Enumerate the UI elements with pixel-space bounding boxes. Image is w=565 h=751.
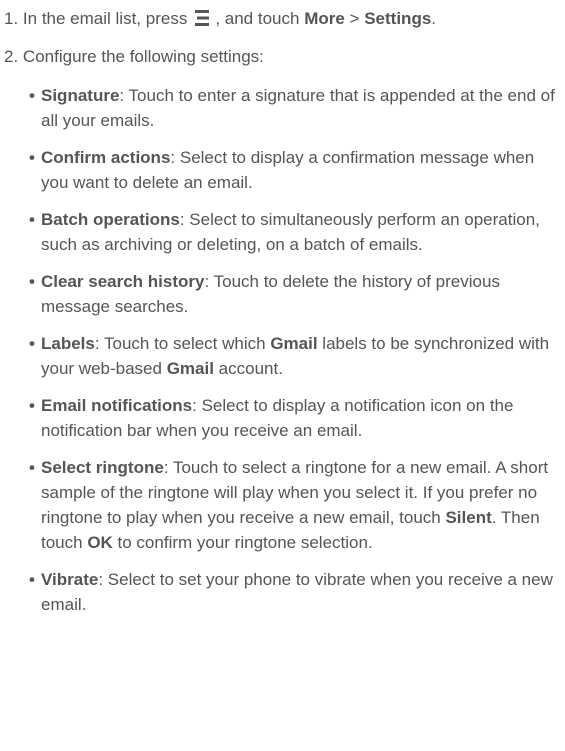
step-number: 1. (4, 9, 19, 28)
item-term: Select ringtone (41, 458, 164, 477)
settings-label: Settings (364, 9, 432, 28)
item-desc: : Touch to select which (94, 334, 271, 353)
list-item: • Email notifications: Select to display … (0, 393, 565, 443)
menu-icon (195, 10, 210, 26)
step-number: 2. (4, 47, 19, 66)
item-desc: account. (213, 359, 283, 378)
bullet: • (29, 86, 35, 105)
item-emphasis: Gmail (166, 359, 214, 378)
item-emphasis: OK (87, 533, 113, 552)
item-desc: : Select to set your phone to vibrate wh… (41, 570, 553, 614)
step-1: 1. In the email list, press , and touch M… (4, 6, 436, 31)
more-label: More (304, 9, 345, 28)
bullet: • (29, 272, 35, 291)
bullet: • (29, 396, 35, 415)
settings-list: • Signature: Touch to enter a signature t… (0, 83, 565, 629)
list-item: • Clear search history: Touch to delete t… (0, 269, 565, 319)
bullet: • (29, 458, 35, 477)
list-item: • Labels: Touch to select which Gmail lab… (0, 331, 565, 381)
bullet: • (29, 148, 35, 167)
item-term: Signature (41, 86, 120, 105)
instructions-page: 1. In the email list, press , and touch M… (0, 0, 565, 751)
step-text: Configure the following settings: (22, 47, 264, 66)
item-emphasis: Silent (445, 508, 492, 527)
item-term: Email notifications (41, 396, 193, 415)
item-term: Batch operations (41, 210, 180, 229)
separator: > (349, 9, 360, 28)
step-text: In the email list, press (22, 9, 188, 28)
bullet: • (29, 334, 35, 353)
list-item: • Select ringtone: Touch to select a ring… (0, 455, 565, 555)
list-item: • Vibrate: Select to set your phone to vi… (0, 567, 565, 617)
item-term: Labels (41, 334, 95, 353)
item-desc: to confirm your ringtone selection. (112, 533, 373, 552)
item-desc: : Touch to enter a signature that is app… (41, 86, 555, 130)
list-item: • Confirm actions: Select to display a co… (0, 145, 565, 195)
item-term: Clear search history (41, 272, 205, 291)
bullet: • (29, 570, 35, 589)
item-term: Confirm actions (41, 148, 171, 167)
step-end: . (431, 9, 437, 28)
item-emphasis: Gmail (270, 334, 318, 353)
step-text: , and touch (215, 9, 300, 28)
step-2: 2. Configure the following settings: (4, 44, 264, 69)
bullet: • (29, 210, 35, 229)
list-item: • Signature: Touch to enter a signature t… (0, 83, 565, 133)
item-term: Vibrate (41, 570, 99, 589)
list-item: • Batch operations: Select to simultaneou… (0, 207, 565, 257)
